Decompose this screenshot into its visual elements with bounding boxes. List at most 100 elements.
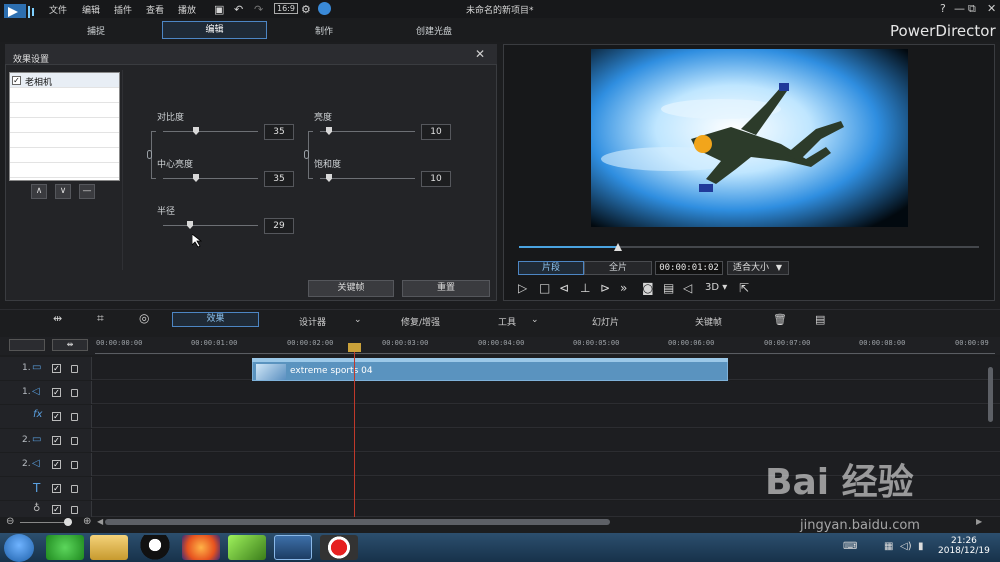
radius-value[interactable]: 29 — [264, 218, 294, 234]
track-video-2[interactable] — [0, 429, 1000, 452]
move-up-button[interactable]: ∧ — [31, 184, 47, 199]
tab-produce[interactable]: 制作 — [315, 24, 333, 37]
designer-button[interactable]: 设计器 — [299, 315, 326, 328]
keyframe-toolbar-button[interactable]: 关键帧 — [695, 315, 722, 328]
network-icon[interactable]: ▦ — [884, 541, 893, 552]
playhead-marker[interactable] — [348, 343, 361, 352]
center-brightness-slider-track[interactable] — [163, 178, 258, 179]
tab-create-disc[interactable]: 创建光盘 — [416, 24, 452, 37]
center-brightness-value[interactable]: 35 — [264, 171, 294, 187]
zoom-in-icon[interactable]: ⊕ — [83, 516, 91, 527]
fix-enhance-button[interactable]: 修复/增强 — [401, 315, 440, 328]
chevron-down-icon[interactable]: ⌄ — [354, 315, 362, 325]
clip-mode-tab[interactable]: 片段 — [518, 261, 584, 275]
powerdirector-taskbar-icon[interactable] — [274, 535, 312, 560]
reset-button[interactable]: 重置 — [402, 280, 490, 297]
split-tool-icon[interactable]: ⇹ — [53, 312, 62, 325]
crop-icon[interactable]: ⌗ — [97, 311, 104, 326]
track-enable-checkbox[interactable]: ✓ — [52, 460, 61, 469]
track-enable-checkbox[interactable]: ✓ — [52, 388, 61, 397]
lock-icon[interactable] — [71, 365, 78, 373]
chevron-down-icon[interactable]: ⌄ — [531, 315, 539, 325]
help-icon[interactable]: ? — [940, 2, 946, 15]
360-browser-icon[interactable] — [46, 535, 84, 560]
track-enable-checkbox[interactable]: ✓ — [52, 484, 61, 493]
recorder-icon[interactable] — [320, 535, 358, 560]
playhead-line[interactable] — [354, 347, 355, 517]
app-icon[interactable] — [228, 535, 266, 560]
start-button[interactable] — [4, 534, 34, 562]
lock-icon[interactable] — [71, 413, 78, 421]
scroll-left-icon[interactable]: ◀ — [97, 517, 103, 526]
vertical-scrollbar[interactable] — [988, 367, 993, 422]
remove-effect-button[interactable]: — — [79, 184, 95, 199]
menu-plugins[interactable]: 插件 — [114, 3, 132, 16]
keyframe-button[interactable]: 关键帧 — [308, 280, 394, 297]
brightness-slider-track[interactable] — [320, 131, 415, 132]
track-header[interactable] — [0, 381, 92, 404]
move-down-button[interactable]: ∨ — [55, 184, 71, 199]
effect-button[interactable]: 效果 — [172, 312, 259, 327]
battery-icon[interactable]: ▮ — [918, 541, 924, 552]
link-chain-icon[interactable] — [304, 150, 309, 159]
minimize-icon[interactable]: — — [954, 2, 965, 15]
track-enable-checkbox[interactable]: ✓ — [52, 505, 61, 514]
firefox-icon[interactable] — [182, 535, 220, 560]
track-manager-icon[interactable] — [9, 339, 45, 351]
preview-video-frame[interactable] — [591, 49, 908, 227]
previous-frame-icon[interactable]: ⊲ — [559, 281, 569, 295]
file-explorer-icon[interactable] — [90, 535, 128, 560]
3d-mode-button[interactable]: 3D ▾ — [705, 282, 727, 293]
track-header[interactable] — [0, 477, 92, 500]
volume-tray-icon[interactable]: ◁) — [900, 541, 912, 552]
play-icon[interactable]: ▷ — [518, 281, 527, 295]
scroll-right-icon[interactable]: ▶ — [976, 517, 982, 526]
lock-icon[interactable] — [71, 485, 78, 493]
track-header[interactable] — [0, 405, 92, 428]
timecode-field[interactable]: 00:00:01:02 — [655, 261, 723, 275]
contrast-value[interactable]: 35 — [264, 124, 294, 140]
slideshow-button[interactable]: 幻灯片 — [592, 315, 619, 328]
fit-timeline-icon[interactable]: ⇹ — [52, 339, 88, 351]
notification-icon[interactable] — [318, 2, 331, 15]
lock-icon[interactable] — [71, 506, 78, 514]
fit-size-dropdown[interactable]: 适合大小 ▼ — [727, 261, 789, 275]
keyboard-icon[interactable]: ⌨ — [843, 541, 857, 552]
close-icon[interactable]: ✕ — [475, 47, 485, 61]
split-marker-icon[interactable]: ⊥ — [580, 281, 590, 295]
stop-icon[interactable]: □ — [539, 281, 550, 295]
track-header[interactable] — [0, 501, 92, 517]
tab-edit[interactable]: 编辑 — [162, 21, 267, 39]
lock-icon[interactable] — [71, 437, 78, 445]
lock-icon[interactable] — [71, 389, 78, 397]
fast-forward-icon[interactable]: » — [620, 281, 627, 295]
menu-edit[interactable]: 编辑 — [82, 3, 100, 16]
next-frame-icon[interactable]: ⊳ — [600, 281, 610, 295]
close-icon[interactable]: ✕ — [987, 2, 996, 15]
tab-capture[interactable]: 捕捉 — [87, 24, 105, 37]
effect-list[interactable] — [9, 72, 120, 181]
track-enable-checkbox[interactable]: ✓ — [52, 412, 61, 421]
track-enable-checkbox[interactable]: ✓ — [52, 364, 61, 373]
brightness-value[interactable]: 10 — [421, 124, 451, 140]
contrast-slider-track[interactable] — [163, 131, 258, 132]
menu-view[interactable]: 查看 — [146, 3, 164, 16]
track-effect[interactable] — [0, 405, 1000, 428]
qq-icon[interactable] — [136, 535, 174, 560]
zoom-slider-thumb[interactable] — [64, 518, 72, 526]
timeline-scrollbar[interactable] — [105, 519, 610, 525]
radius-slider-track[interactable] — [163, 225, 258, 226]
saturation-value[interactable]: 10 — [421, 171, 451, 187]
system-clock[interactable]: 21:26 2018/12/19 — [938, 536, 990, 556]
aspect-ratio-icon[interactable]: 16:9 — [274, 3, 298, 14]
effect-checkbox[interactable]: ✓ — [12, 76, 21, 85]
menu-play[interactable]: 播放 — [178, 3, 196, 16]
undock-preview-icon[interactable]: ⇱ — [739, 281, 749, 295]
redo-icon[interactable]: ↷ — [254, 3, 263, 16]
tools-button[interactable]: 工具 — [498, 315, 516, 328]
track-enable-checkbox[interactable]: ✓ — [52, 436, 61, 445]
save-icon[interactable]: ▣ — [214, 3, 224, 16]
track-header[interactable] — [0, 453, 92, 476]
track-header[interactable] — [0, 357, 92, 380]
volume-icon[interactable]: ◁ — [683, 281, 692, 295]
